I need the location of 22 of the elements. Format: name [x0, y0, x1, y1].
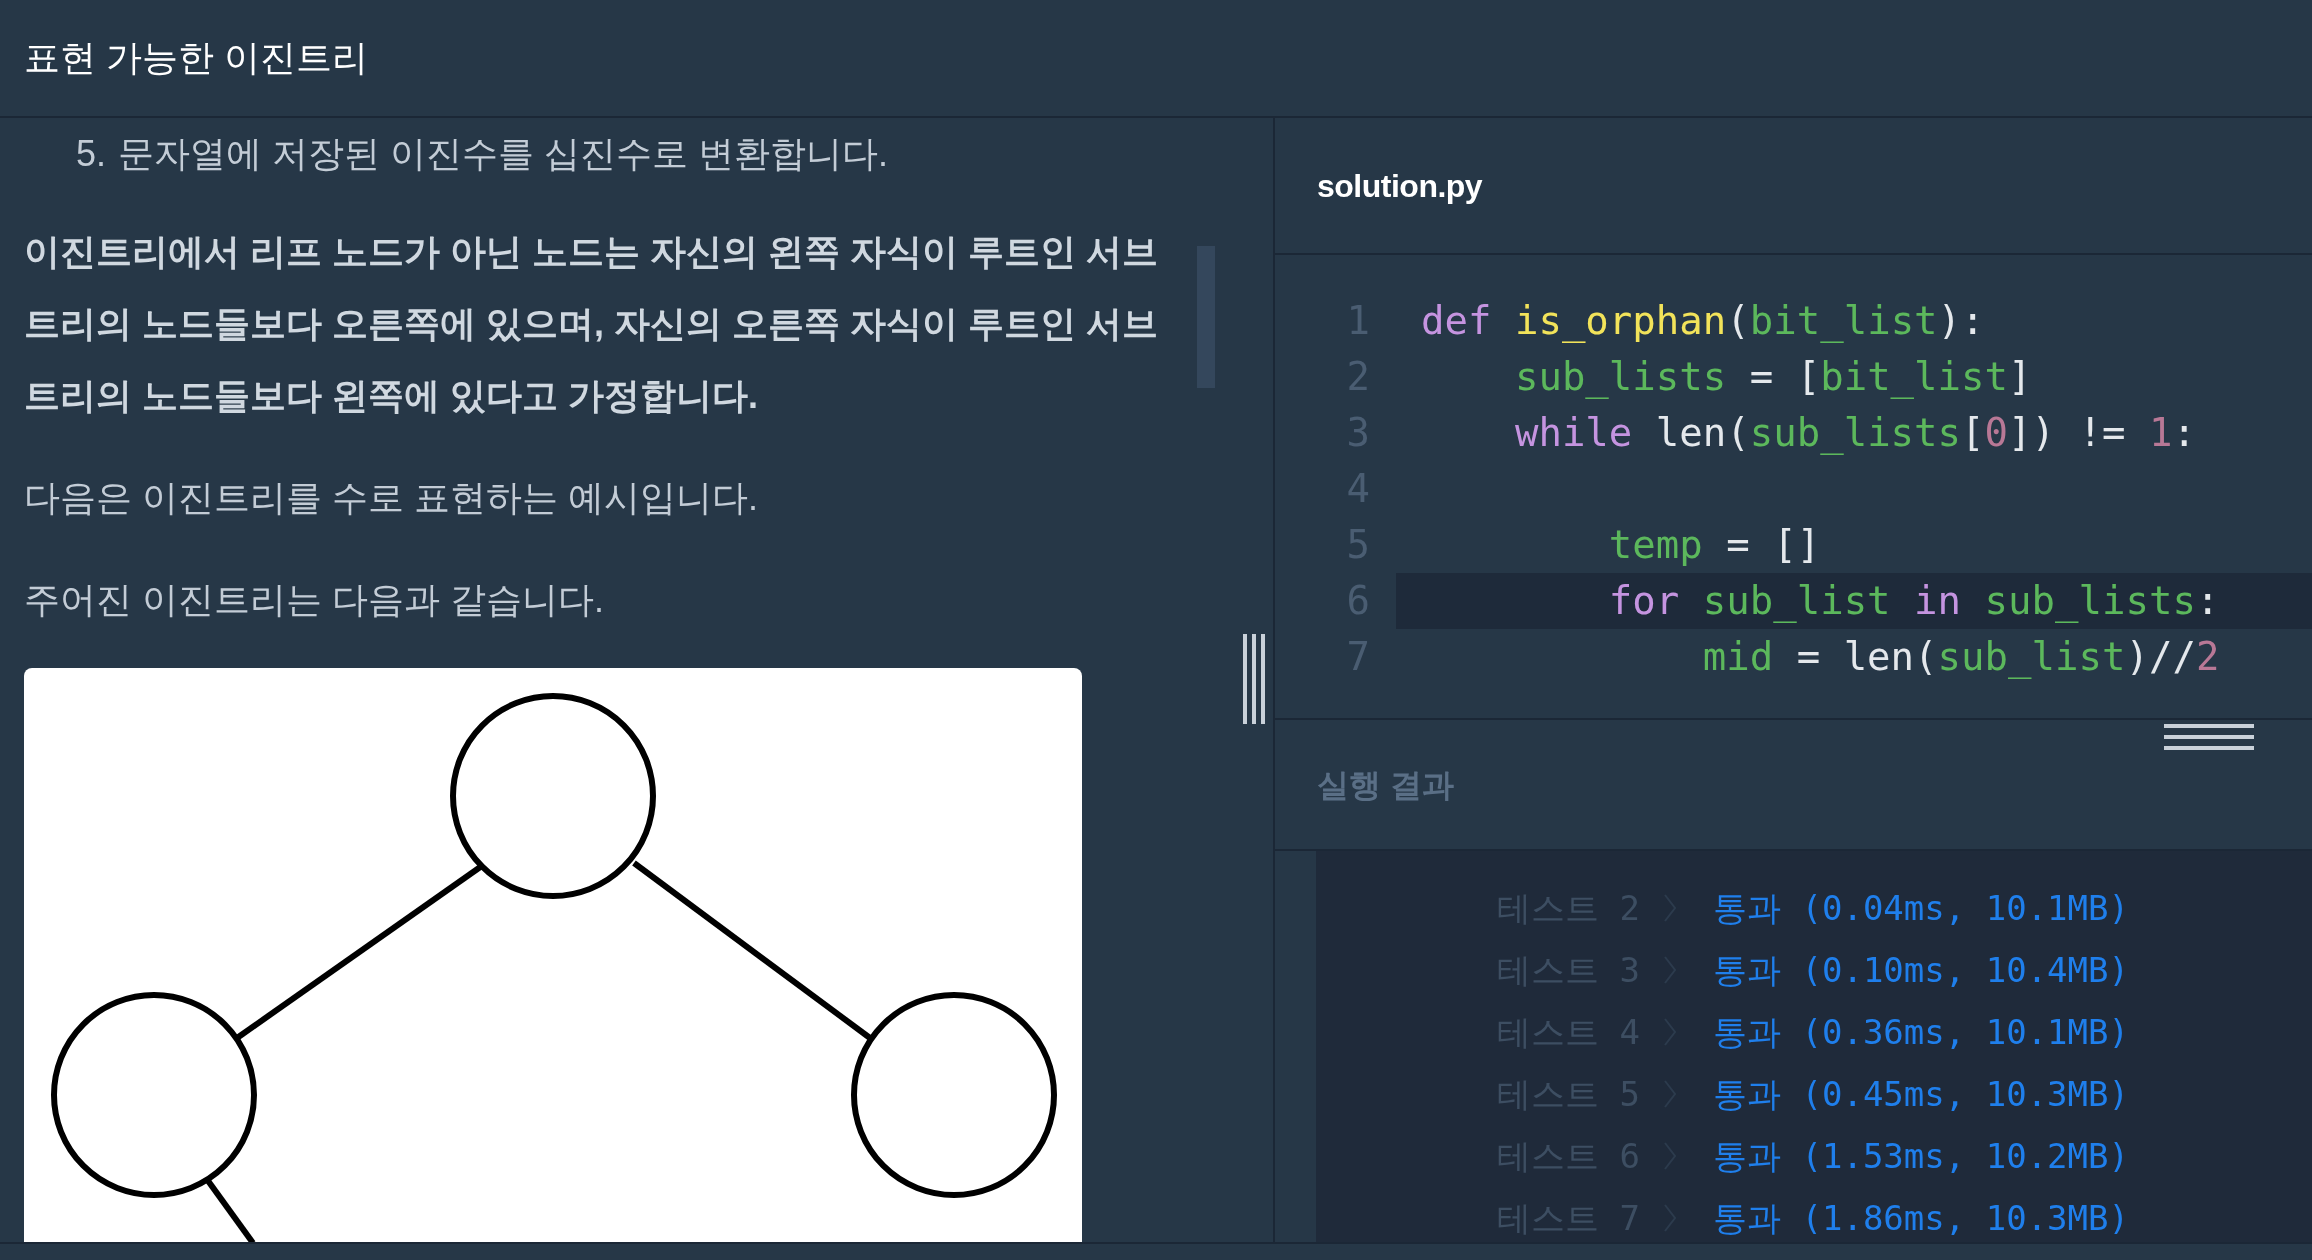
list-number: 5.: [76, 132, 107, 176]
list-item-text: 문자열에 저장된 이진수를 십진수로 변환합니다.: [118, 132, 889, 176]
result-text: 통과 (1.86ms, 10.3MB): [1713, 1197, 2129, 1240]
page-title: 표현 가능한 이진트리: [24, 36, 368, 80]
code-line: def is_orphan(bit_list):: [1421, 298, 1985, 343]
result-text: 통과 (0.10ms, 10.4MB): [1713, 949, 2129, 992]
result-text: 통과 (0.04ms, 10.1MB): [1713, 887, 2129, 930]
paragraph: 다음은 이진트리를 수로 표현하는 예시입니다.: [24, 476, 759, 520]
code-line: sub_lists = [bit_list]: [1513, 354, 2032, 399]
paragraph: 이진트리에서 리프 노드가 아닌 노드는 자신의 왼쪽 자식이 루트인 서브트리의 노드들보다 오른쪽에 있으며, 자신의 오른쪽 자식이 루트인 서브트리의 노드들보다 왼쪽에 있다고 가정합니다.: [24, 230, 1159, 418]
result-text: 통과 (1.53ms, 10.2MB): [1713, 1135, 2129, 1178]
resize-handle[interactable]: [2164, 724, 2254, 750]
code-line: while len(sub_lists[0]) != 1:: [1513, 410, 2196, 455]
result-text: 통과 (0.36ms, 10.1MB): [1713, 1011, 2129, 1054]
paragraph: 주어진 이진트리는 다음과 같습니다.: [24, 578, 605, 622]
code-line: temp = []: [1607, 522, 1821, 567]
code-line: for sub_list in sub_lists:: [1607, 578, 2220, 623]
result-text: 통과 (0.45ms, 10.3MB): [1713, 1073, 2129, 1116]
code-line: mid = len(sub_list)//2: [1701, 634, 2220, 679]
results-title: 실행 결과: [1317, 765, 1454, 805]
file-tab[interactable]: solution.py: [1317, 161, 1483, 210]
resize-handle[interactable]: [1243, 634, 1265, 724]
